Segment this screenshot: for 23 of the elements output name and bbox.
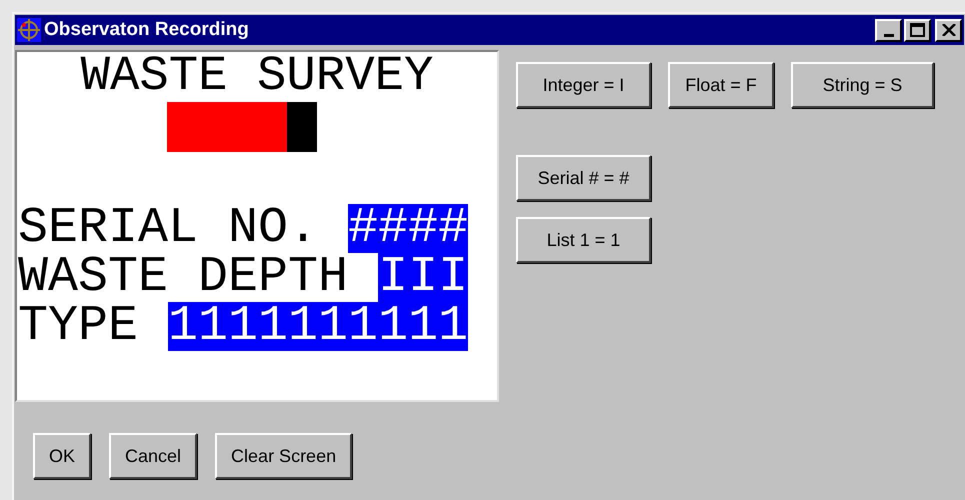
field-label: TYPE — [18, 302, 140, 351]
format-button[interactable]: String = S — [791, 62, 934, 108]
format-button[interactable]: Serial # = # — [516, 155, 651, 201]
format-button[interactable]: Integer = I — [516, 62, 651, 108]
dialog-button[interactable]: Cancel — [109, 433, 198, 479]
input-field[interactable]: 1111111111 — [168, 302, 468, 351]
input-field[interactable]: #### — [348, 204, 468, 253]
field-label: SERIAL NO. — [18, 204, 320, 253]
format-button[interactable]: List 1 = 1 — [516, 217, 651, 263]
close-icon — [942, 24, 956, 36]
close-button[interactable] — [935, 18, 962, 42]
dialog-button[interactable]: Clear Screen — [215, 433, 352, 479]
format-button[interactable]: Float = F — [668, 62, 774, 108]
dialog-button[interactable]: OK — [33, 433, 92, 479]
crosshair-icon — [17, 18, 41, 42]
window-title: Observaton Recording — [44, 18, 250, 42]
input-field[interactable]: III — [378, 253, 468, 302]
maximize-icon — [910, 23, 925, 37]
minimize-button[interactable] — [875, 18, 902, 42]
minimize-icon — [884, 34, 894, 36]
maximize-button[interactable] — [904, 18, 931, 42]
survey-heading: WASTE SURVEY — [80, 54, 434, 98]
field-label: WASTE DEPTH — [18, 253, 350, 302]
